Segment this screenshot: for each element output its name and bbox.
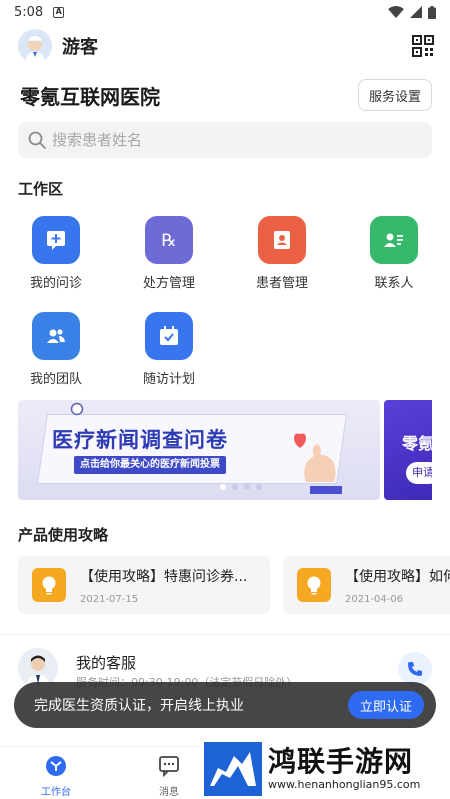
calendar-check-icon-tile (145, 312, 193, 360)
watermark-logo (204, 741, 262, 796)
status-bar: 5:08 A (0, 0, 450, 24)
hospital-row: 零氪互联网医院 服务设置 (20, 78, 432, 112)
header: 游客 (18, 28, 434, 64)
nav-tab-workbench[interactable]: 工作台 (26, 755, 86, 798)
service-settings-button[interactable]: 服务设置 (357, 79, 432, 111)
svg-text:℞: ℞ (161, 231, 176, 251)
certification-toast: 完成医生资质认证，开启线上执业 立即认证 (14, 682, 436, 728)
nav-label: 工作台 (41, 787, 71, 798)
doctor-avatar-icon (18, 29, 52, 63)
team-icon-tile (32, 312, 80, 360)
wifi-icon (388, 6, 404, 18)
guide-title: 【使用攻略】特惠问诊券... (80, 568, 248, 585)
banner-slide-next[interactable]: 零氪 申请 (384, 400, 432, 500)
guide-card[interactable]: 【使用攻略】特惠问诊券... 2021-07-15 (18, 556, 270, 614)
bulb-icon (307, 576, 321, 595)
workspace-item-followup[interactable]: 随访计划 (131, 312, 207, 387)
bulb-icon-tile (32, 568, 66, 602)
search-bar[interactable] (18, 122, 432, 158)
message-icon (159, 756, 179, 778)
workspace-item-label: 我的问诊 (29, 276, 82, 291)
carousel-dot[interactable] (256, 484, 262, 490)
site-watermark: 鸿联手游网 www.henanhonglian95.com (202, 738, 450, 799)
pin-icon (70, 402, 84, 416)
banner-carousel[interactable]: 医疗新闻调查问卷 点击给你最关心的医疗新闻投票 零氪 申请 (18, 400, 432, 500)
battery-icon (428, 5, 436, 19)
qr-code-icon[interactable] (412, 35, 434, 57)
guide-card[interactable]: 【使用攻略】如何 2021-04-06 (283, 556, 450, 614)
workspace-item-team[interactable]: 我的团队 (18, 312, 94, 387)
banner-title: 医疗新闻调查问卷 (52, 428, 228, 452)
heart-hand-icon (294, 433, 342, 494)
toast-text: 完成医生资质认证，开启线上执业 (34, 698, 244, 714)
prescription-icon: ℞ (161, 231, 176, 251)
workspace-item-contacts[interactable]: 联系人 (356, 216, 432, 291)
watermark-name: 鸿联手游网 (268, 745, 414, 778)
contact-icon-tile (370, 216, 418, 264)
team-icon (47, 329, 65, 343)
consultation-icon (47, 231, 65, 250)
workspace-item-label: 联系人 (374, 276, 414, 291)
calendar-check-icon (160, 326, 178, 345)
call-button[interactable] (398, 652, 432, 686)
contact-icon (384, 233, 403, 247)
prescription-icon-tile: ℞ (145, 216, 193, 264)
nav-tab-messages[interactable]: 消息 (139, 755, 199, 798)
carousel-dot[interactable] (220, 484, 226, 490)
workspace-item-consultation[interactable]: 我的问诊 (18, 216, 94, 291)
nav-label: 消息 (159, 787, 179, 798)
patient-card-icon-tile (258, 216, 306, 264)
workspace-item-label: 随访计划 (142, 372, 195, 387)
guide-title: 【使用攻略】如何 (345, 568, 450, 585)
guides-title: 产品使用攻略 (18, 526, 109, 544)
workspace-item-label: 我的团队 (29, 372, 82, 387)
bulb-icon-tile (297, 568, 331, 602)
patient-card-icon (274, 231, 290, 249)
guide-date: 2021-04-06 (345, 593, 404, 605)
bulb-icon (42, 576, 56, 595)
certify-now-button[interactable]: 立即认证 (347, 691, 424, 719)
guide-date: 2021-07-15 (80, 593, 139, 605)
workspace-item-patients[interactable]: 患者管理 (244, 216, 320, 291)
customer-service-title: 我的客服 (76, 654, 137, 672)
banner-slide[interactable]: 医疗新闻调查问卷 点击给你最关心的医疗新闻投票 (18, 400, 380, 500)
banner-next-title: 零氪 (402, 434, 432, 453)
avatar[interactable] (18, 29, 52, 63)
hospital-name: 零氪互联网医院 (20, 84, 160, 109)
workspace-item-label: 患者管理 (255, 276, 308, 291)
carousel-dot[interactable] (244, 484, 250, 490)
username: 游客 (62, 37, 98, 58)
signal-icon (410, 6, 422, 18)
workspace-item-prescription[interactable]: ℞ 处方管理 (131, 216, 207, 291)
workbench-icon (46, 756, 66, 776)
divider (0, 634, 450, 635)
carousel-dot[interactable] (232, 484, 238, 490)
status-time: 5:08 (14, 4, 44, 20)
workspace-title: 工作区 (18, 180, 64, 198)
consultation-icon-tile (32, 216, 80, 264)
search-input[interactable] (52, 131, 392, 149)
banner-subtitle: 点击给你最关心的医疗新闻投票 (74, 456, 226, 474)
watermark-url: www.henanhonglian95.com (268, 778, 421, 791)
notification-a-icon: A (53, 6, 65, 18)
banner-next-button[interactable]: 申请 (406, 462, 432, 484)
phone-icon (408, 662, 422, 676)
search-icon (28, 131, 46, 149)
carousel-dots (220, 484, 262, 490)
guides-carousel: 【使用攻略】特惠问诊券... 2021-07-15 【使用攻略】如何 2021-… (18, 556, 450, 614)
workspace-item-label: 处方管理 (142, 276, 195, 291)
